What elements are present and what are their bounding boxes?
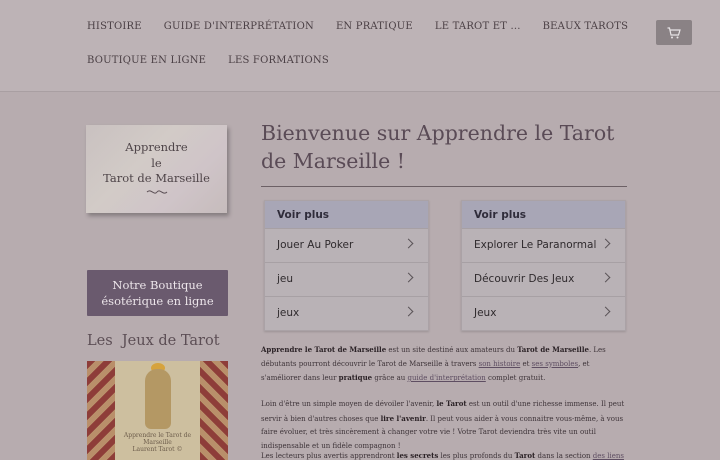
bold-text: pratique xyxy=(338,373,373,382)
shop-online-button[interactable]: Notre Boutique ésotérique en ligne xyxy=(87,270,228,316)
flourish-icon xyxy=(146,189,167,194)
title-divider xyxy=(261,186,627,187)
related-link-label: Jeux xyxy=(474,307,497,319)
nav-item-le-tarot-et[interactable]: LE TAROT ET ... xyxy=(435,21,521,32)
cart-button[interactable] xyxy=(656,20,692,45)
body-text: dans la section xyxy=(535,452,593,460)
related-link-label: Explorer Le Paranormal xyxy=(474,239,597,251)
related-link-label: jeux xyxy=(277,307,300,319)
intro-paragraph-2: Loin d'être un simple moyen de dévoiler … xyxy=(261,397,631,453)
link-symboles[interactable]: ses symboles xyxy=(532,360,578,368)
nav-item-en-pratique[interactable]: EN PRATIQUE xyxy=(336,21,413,32)
related-link-item[interactable]: Explorer Le Paranormal xyxy=(462,228,625,262)
nav-item-guide[interactable]: GUIDE D'INTERPRÉTATION xyxy=(164,21,314,32)
related-links-box-left: Voir plus Jouer Au Poker jeu jeux xyxy=(264,200,429,331)
bold-text: le Tarot xyxy=(436,399,467,408)
body-text: et xyxy=(520,359,532,368)
related-link-item[interactable]: Jeux xyxy=(462,296,625,330)
bold-text: Tarot de Marseille xyxy=(517,345,589,354)
body-text: Les lecteurs plus avertis apprendront xyxy=(261,452,397,460)
tarot-card-image[interactable]: Apprendre le Tarot de Marseille Laurent … xyxy=(87,361,228,460)
site-header: HISTOIRE GUIDE D'INTERPRÉTATION EN PRATI… xyxy=(0,0,720,92)
related-links-box-right: Voir plus Explorer Le Paranormal Découvr… xyxy=(461,200,626,331)
shop-button-line-2: ésotérique en ligne xyxy=(101,294,214,308)
related-link-item[interactable]: jeux xyxy=(265,296,428,330)
card-border-right xyxy=(200,361,228,460)
related-link-label: Jouer Au Poker xyxy=(277,239,354,251)
bold-text: Tarot xyxy=(514,451,536,460)
main-nav-row-2: BOUTIQUE EN LIGNE LES FORMATIONS xyxy=(87,55,329,66)
card-figure xyxy=(145,369,171,429)
bold-text: Apprendre le Tarot de Marseille xyxy=(261,345,387,354)
related-link-item[interactable]: jeu xyxy=(265,262,428,296)
chevron-right-icon xyxy=(600,238,611,249)
bold-text: lire l'avenir xyxy=(380,413,426,423)
link-guide[interactable]: guide d'interprétation xyxy=(408,374,486,382)
sidebar-heading-jeux: Les Jeux de Tarot xyxy=(87,333,220,349)
body-text: complet gratuit. xyxy=(485,374,546,382)
card-caption-2: Laurent Tarot © xyxy=(132,446,183,453)
shop-button-line-1: Notre Boutique xyxy=(112,278,203,292)
nav-item-formations[interactable]: LES FORMATIONS xyxy=(228,55,329,66)
chevron-right-icon xyxy=(403,272,414,283)
cart-icon xyxy=(667,26,681,38)
nav-item-boutique[interactable]: BOUTIQUE EN LIGNE xyxy=(87,55,206,66)
card-border-left xyxy=(87,361,115,460)
nav-item-histoire[interactable]: HISTOIRE xyxy=(87,21,142,32)
body-text: est un site destiné aux amateurs du xyxy=(386,346,518,354)
intro-paragraph-1: Apprendre le Tarot de Marseille est un s… xyxy=(261,343,631,386)
card-caption-1: Apprendre le Tarot de Marseille xyxy=(123,432,192,446)
logo-line-1: Apprendre xyxy=(125,140,188,154)
related-link-label: Découvrir Des Jeux xyxy=(474,273,575,285)
chevron-right-icon xyxy=(600,306,611,317)
body-text: les plus profonds du xyxy=(438,452,515,460)
body-text: Loin d'être un simple moyen de dévoiler … xyxy=(261,400,437,408)
logo-line-2: le xyxy=(151,155,162,170)
chevron-right-icon xyxy=(600,272,611,283)
nav-item-beaux-tarots[interactable]: BEAUX TAROTS xyxy=(543,21,629,32)
logo-line-3: Tarot de Marseille xyxy=(103,171,210,185)
related-link-item[interactable]: Découvrir Des Jeux xyxy=(462,262,625,296)
site-logo[interactable]: Apprendre le Tarot de Marseille xyxy=(86,125,227,213)
related-links-header: Voir plus xyxy=(265,201,428,228)
link-histoire[interactable]: son histoire xyxy=(479,360,521,368)
body-text: grâce au xyxy=(372,374,408,382)
related-links-header: Voir plus xyxy=(462,201,625,228)
page-title: Bienvenue sur Apprendre le Tarot de Mars… xyxy=(261,121,615,173)
bold-text: les secrets xyxy=(396,451,439,460)
chevron-right-icon xyxy=(403,306,414,317)
main-nav-row-1: HISTOIRE GUIDE D'INTERPRÉTATION EN PRATI… xyxy=(87,21,628,32)
related-link-item[interactable]: Jouer Au Poker xyxy=(265,228,428,262)
related-link-label: jeu xyxy=(277,273,294,285)
intro-paragraph-3: Les lecteurs plus avertis apprendront le… xyxy=(261,449,631,460)
chevron-right-icon xyxy=(403,238,414,249)
